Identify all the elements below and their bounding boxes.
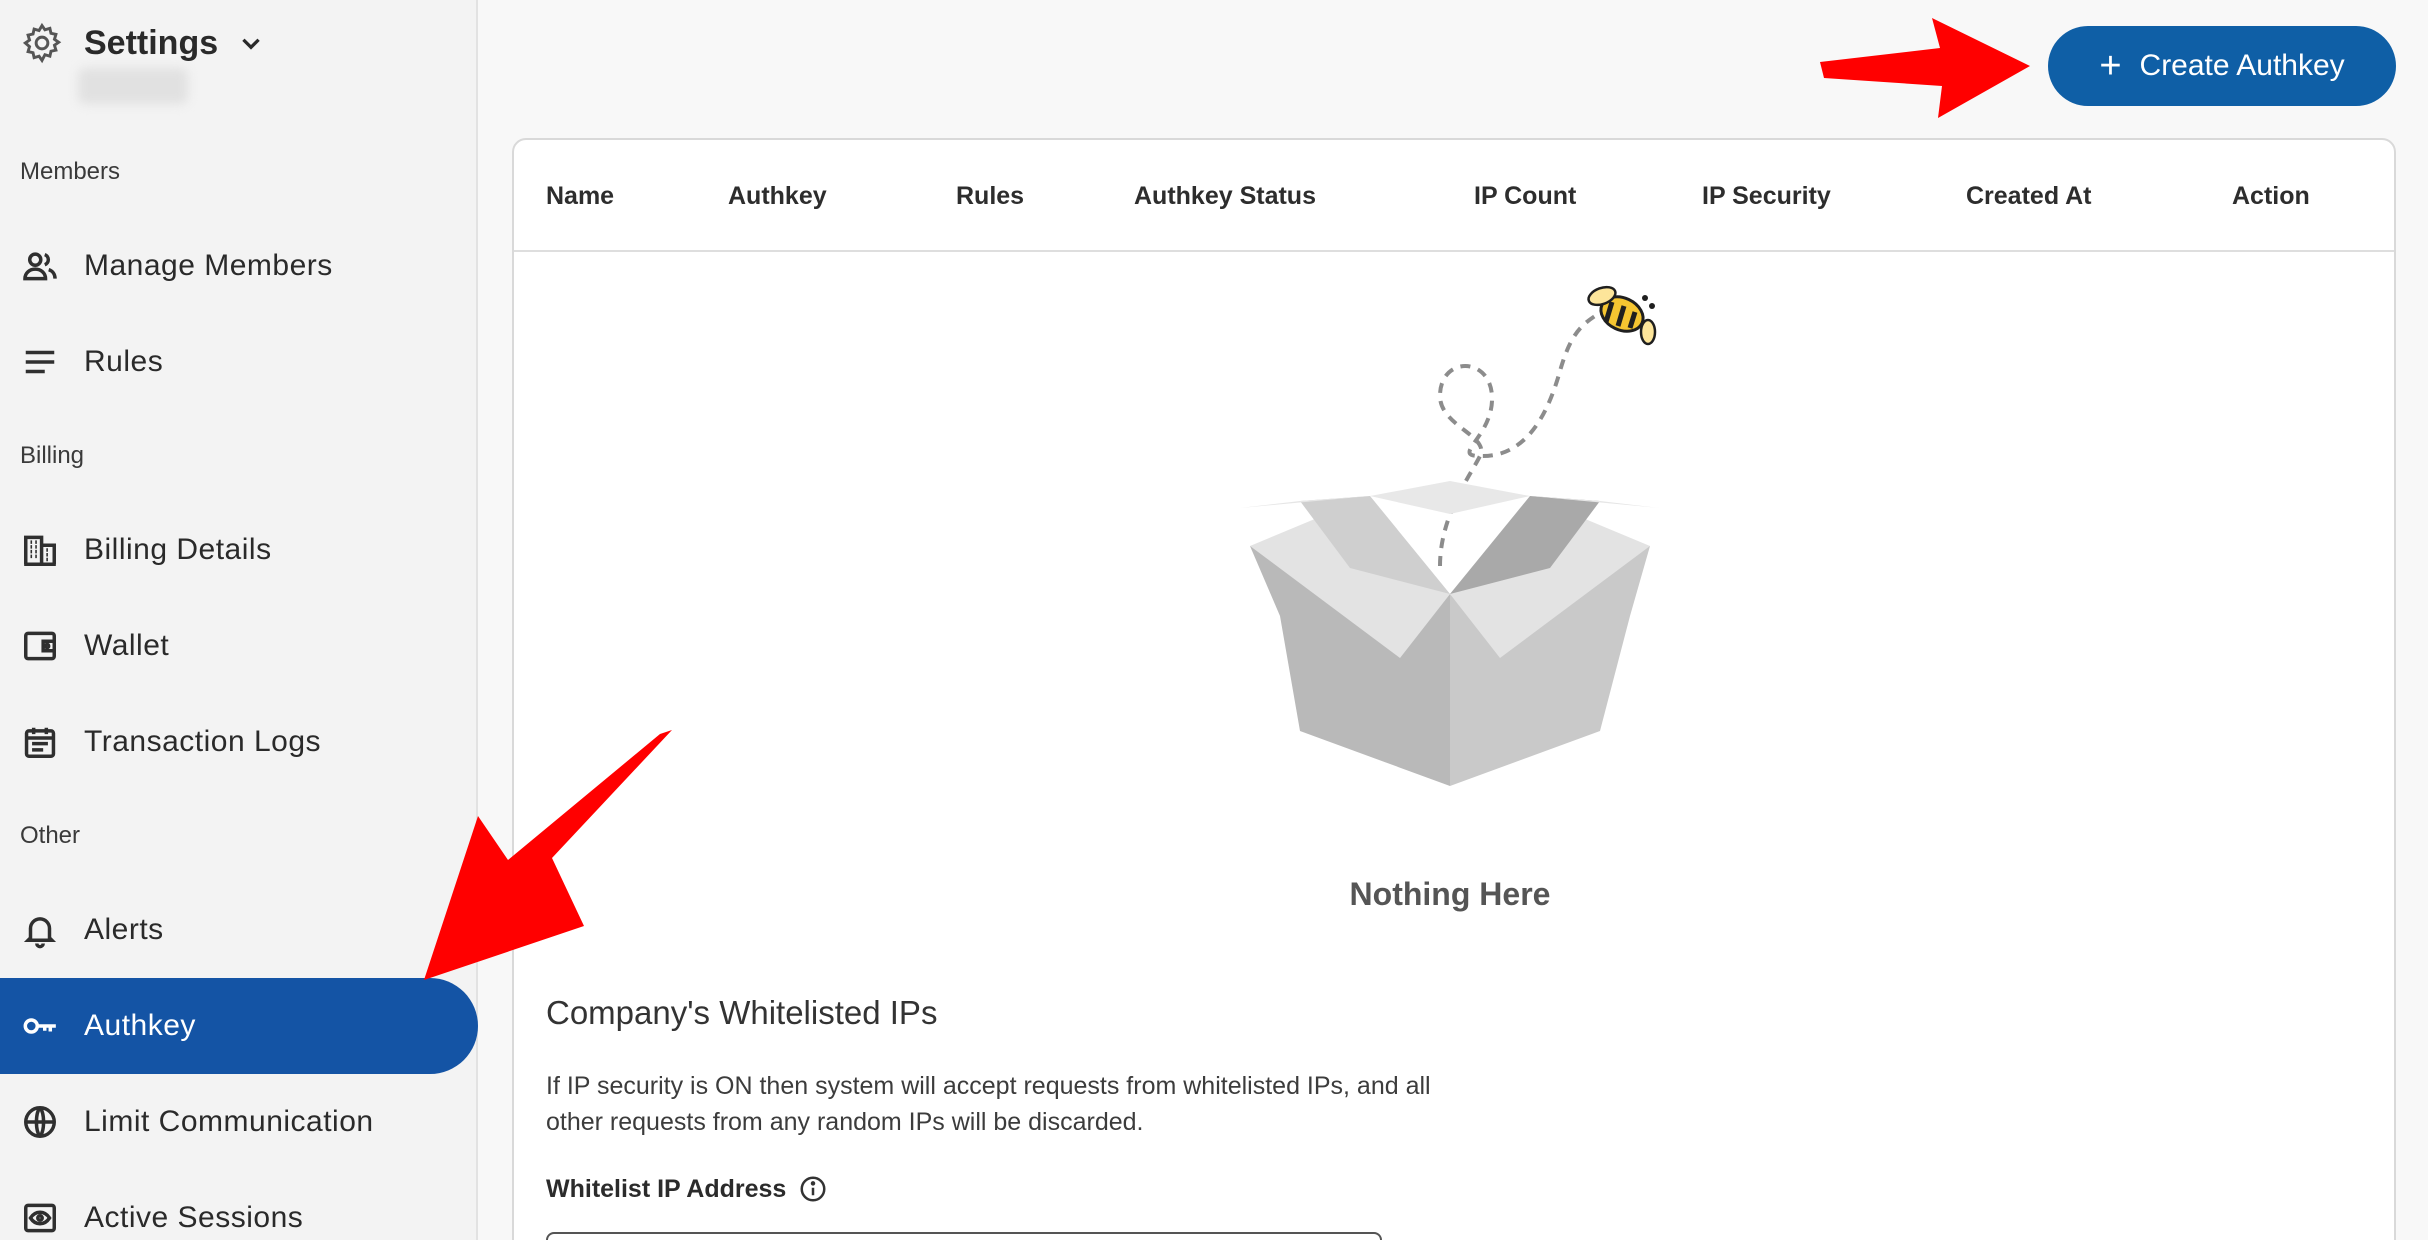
bee-icon [1587,285,1657,346]
column-header-name[interactable]: Name [546,182,614,211]
create-authkey-label: Create Authkey [2139,49,2345,82]
sidebar-item-wallet[interactable]: Wallet [0,598,478,694]
sidebar-item-transaction-logs[interactable]: Transaction Logs [0,694,478,790]
sidebar-item-authkey[interactable]: Authkey [0,978,478,1074]
column-header-authkey[interactable]: Authkey [728,182,827,211]
settings-title: Settings [84,23,219,62]
sidebar: Settings Members Manage Members Rules Bi… [0,0,478,1240]
sidebar-item-label: Rules [84,345,164,378]
blurred-account-name [78,68,188,104]
section-members: Members [20,158,121,185]
annotation-arrow-down-left [424,730,672,980]
column-header-authkey-status[interactable]: Authkey Status [1134,182,1316,211]
sidebar-item-label: Limit Communication [84,1105,374,1138]
column-header-rules[interactable]: Rules [956,182,1024,211]
globe-icon [24,1106,56,1138]
column-header-created-at[interactable]: Created At [1966,182,2092,211]
column-header-ip-security[interactable]: IP Security [1702,182,1831,211]
wallet-icon [24,631,56,661]
calendar-icon [24,727,56,758]
open-box-icon [1240,481,1660,786]
sidebar-item-rules[interactable]: Rules [0,314,478,410]
column-header-action[interactable]: Action [2232,182,2310,211]
gear-icon [22,22,62,64]
people-icon [23,252,57,281]
empty-state-text: Nothing Here [1349,876,1551,912]
whitelist-description: If IP security is ON then system will ac… [546,1072,1431,1136]
info-icon[interactable] [798,1174,828,1204]
sidebar-item-label: Authkey [84,1009,196,1042]
section-other: Other [20,822,81,849]
whitelist-ip-input[interactable] [546,1232,1382,1240]
sidebar-item-label: Transaction Logs [84,725,322,758]
sidebar-item-label: Billing Details [84,533,272,566]
sidebar-item-alerts[interactable]: Alerts [0,882,478,978]
app-root: Settings Members Manage Members Rules Bi… [0,0,2428,1240]
sidebar-item-billing-details[interactable]: Billing Details [0,502,478,598]
eye-icon [24,1203,56,1233]
sidebar-item-label: Alerts [84,913,164,946]
create-authkey-button[interactable]: + Create Authkey [2048,26,2396,106]
table-header: Name Authkey Rules Authkey Status IP Cou… [514,140,2394,252]
column-header-ip-count[interactable]: IP Count [1474,182,1576,211]
bell-icon [23,917,57,949]
key-icon [23,1018,56,1034]
sidebar-item-manage-members[interactable]: Manage Members [0,218,478,314]
sidebar-item-limit-communication[interactable]: Limit Communication [0,1074,478,1170]
annotation-arrow-right [1820,18,2030,118]
settings-header[interactable]: Settings [20,18,264,68]
sidebar-item-label: Manage Members [84,249,333,282]
whitelist-title: Company's Whitelisted IPs [546,994,938,1031]
section-billing: Billing [20,442,85,469]
sidebar-item-label: Active Sessions [84,1201,304,1234]
chevron-down-icon[interactable] [238,30,264,56]
lines-icon [25,350,55,374]
sidebar-item-label: Wallet [84,629,170,662]
whitelist-field-label: Whitelist IP Address [546,1174,828,1204]
plus-icon: + [2099,45,2122,87]
whitelist-field-label-text: Whitelist IP Address [546,1174,787,1203]
sidebar-item-active-sessions[interactable]: Active Sessions [0,1170,478,1240]
building-icon [24,535,56,566]
empty-box-illustration [1240,285,1660,786]
